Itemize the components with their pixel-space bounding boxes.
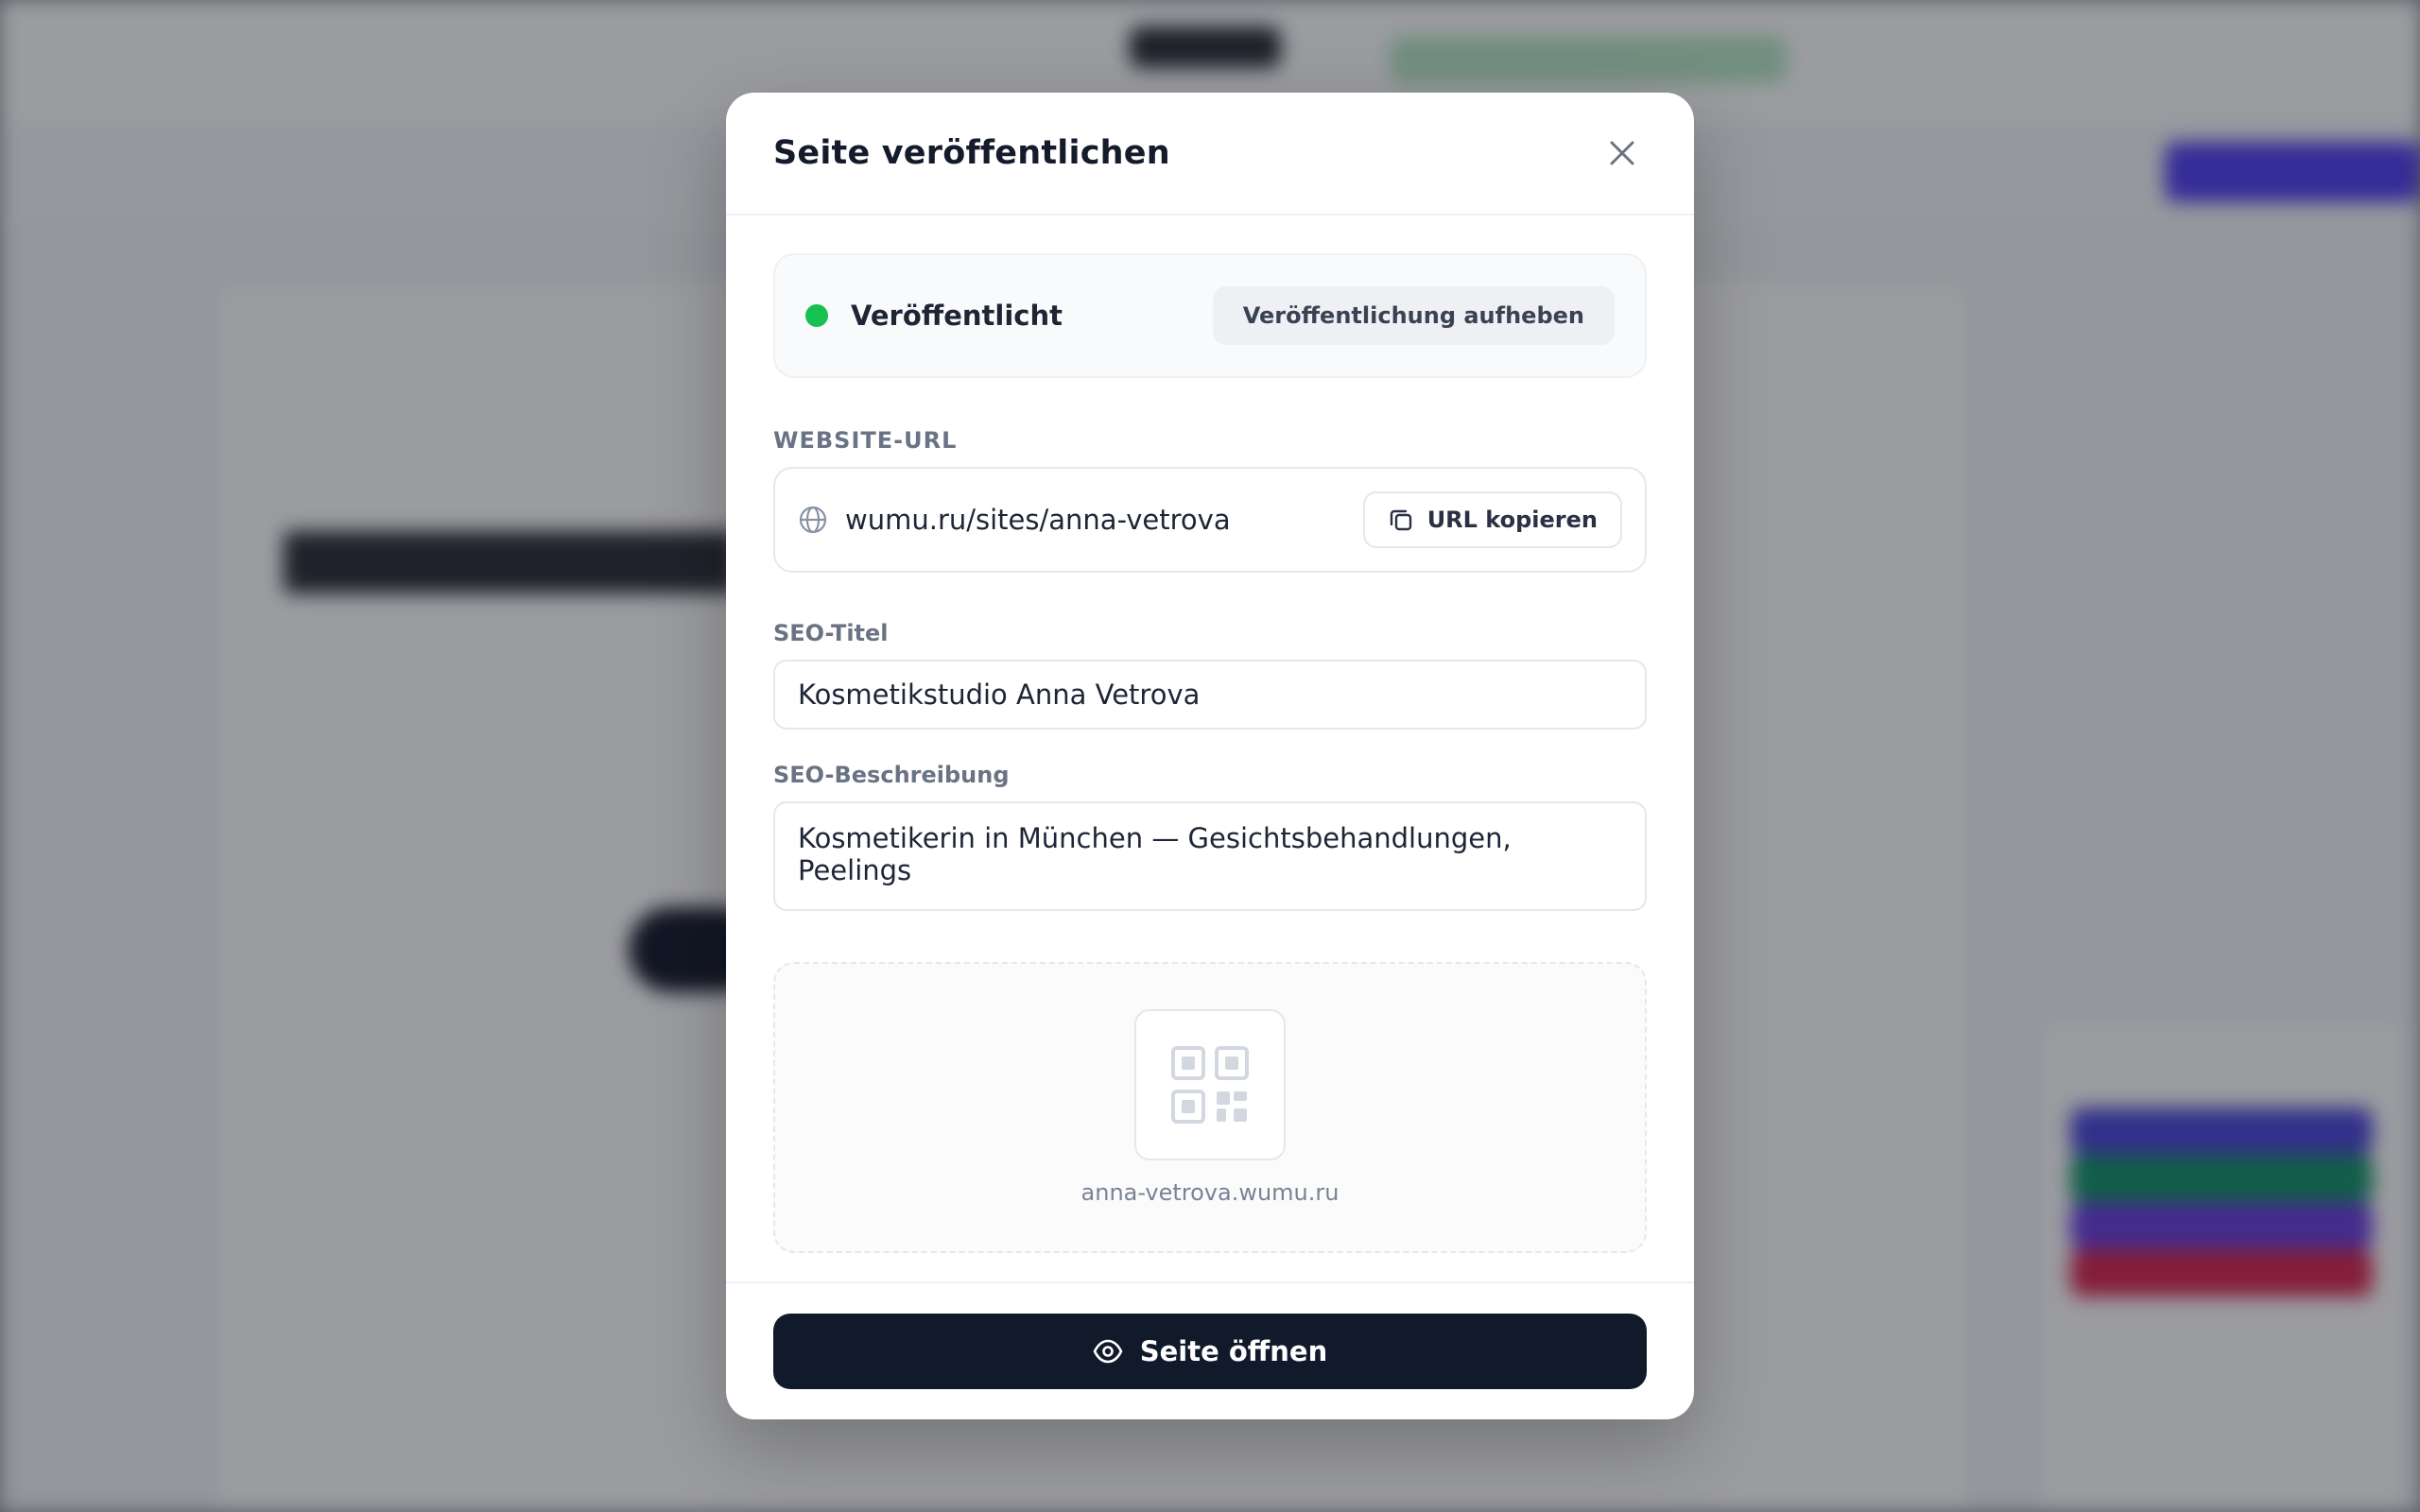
seo-description-label: SEO-Beschreibung xyxy=(773,762,1010,788)
seo-title-label: SEO-Titel xyxy=(773,620,889,646)
dialog-body: Veröffentlicht Veröffentlichung aufheben… xyxy=(726,215,1694,1253)
qr-code-placeholder xyxy=(1134,1009,1286,1160)
publish-status-card: Veröffentlicht Veröffentlichung aufheben xyxy=(773,253,1647,378)
close-icon xyxy=(1610,141,1634,165)
close-button[interactable] xyxy=(1596,127,1649,180)
copy-icon xyxy=(1390,509,1411,531)
eye-icon xyxy=(1093,1339,1123,1364)
copy-url-label: URL kopieren xyxy=(1426,507,1598,533)
qr-code-area: anna-vetrova.wumu.ru xyxy=(773,962,1647,1253)
website-url-field: wumu.ru/sites/anna-vetrova URL kopieren xyxy=(773,467,1647,573)
globe-icon xyxy=(799,506,827,534)
qr-code-icon xyxy=(1171,1046,1249,1124)
dialog-title: Seite veröffentlichen xyxy=(773,134,1170,172)
copy-url-button[interactable]: URL kopieren xyxy=(1362,491,1622,548)
publish-dialog: Seite veröffentlichen Veröffentlicht Ver… xyxy=(726,93,1694,1419)
dialog-header: Seite veröffentlichen xyxy=(726,93,1694,215)
seo-description-textarea[interactable]: Kosmetikerin in München — Gesichtsbehand… xyxy=(773,801,1647,911)
status-indicator: Veröffentlicht xyxy=(805,300,1063,332)
status-dot xyxy=(805,304,828,327)
dialog-footer: Seite öffnen xyxy=(726,1281,1694,1419)
open-page-label: Seite öffnen xyxy=(1139,1335,1328,1367)
qr-caption: anna-vetrova.wumu.ru xyxy=(1080,1179,1340,1206)
website-url-label: WEBSITE-URL xyxy=(773,427,958,454)
seo-title-input[interactable]: Kosmetikstudio Anna Vetrova xyxy=(773,660,1647,730)
seo-description-value: Kosmetikerin in München — Gesichtsbehand… xyxy=(798,822,1512,886)
website-url-value: wumu.ru/sites/anna-vetrova xyxy=(845,504,1231,536)
unpublish-button[interactable]: Veröffentlichung aufheben xyxy=(1212,286,1615,345)
url-display: wumu.ru/sites/anna-vetrova xyxy=(798,504,1231,536)
open-page-button[interactable]: Seite öffnen xyxy=(773,1314,1647,1389)
status-label: Veröffentlicht xyxy=(851,300,1063,332)
seo-title-value: Kosmetikstudio Anna Vetrova xyxy=(798,679,1201,711)
